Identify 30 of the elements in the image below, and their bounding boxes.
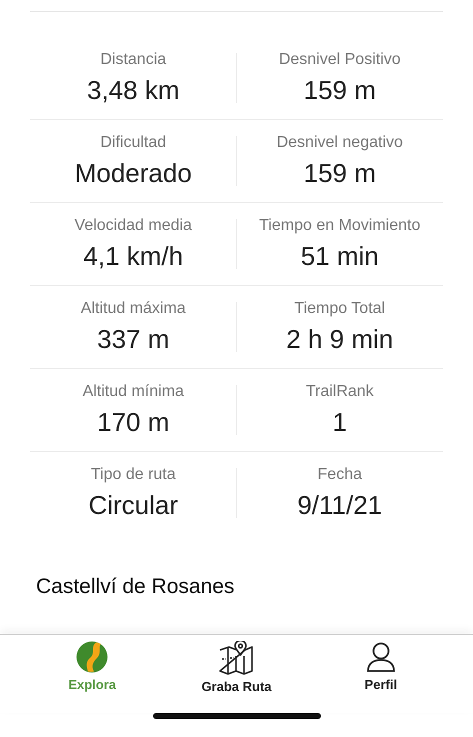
- stat-value: 51 min: [300, 240, 379, 272]
- stat-label: Distancia: [100, 50, 166, 70]
- stat-value: 1: [332, 406, 347, 438]
- stat-label: Desnivel negativo: [276, 133, 403, 153]
- stat-value: 3,48 km: [87, 74, 180, 106]
- stat-label: Tiempo Total: [294, 299, 386, 319]
- stat-value: 159 m: [304, 157, 376, 189]
- leaf-logo-icon: [76, 641, 108, 673]
- stat-value: 9/11/21: [297, 489, 382, 521]
- stat-label: Desnivel Positivo: [278, 50, 401, 70]
- stat-value: 337 m: [97, 323, 170, 355]
- map-pin-icon: [218, 641, 254, 675]
- stat-label: Dificultad: [100, 133, 166, 153]
- tab-item[interactable]: Perfil: [326, 635, 436, 713]
- stat-label: Tipo de ruta: [90, 465, 176, 485]
- stat-value: Moderado: [74, 157, 192, 189]
- stat-value: 2 h 9 min: [286, 323, 394, 355]
- stat-label: Tiempo en Movimiento: [259, 216, 420, 236]
- stat-label: Altitud mínima: [82, 382, 184, 402]
- tab-item[interactable]: Graba Ruta: [181, 635, 292, 713]
- stat-value: 4,1 km/h: [83, 240, 184, 272]
- stat-value: 170 m: [97, 406, 170, 438]
- stat-value: 159 m: [304, 74, 376, 106]
- stat-value: Circular: [88, 489, 178, 521]
- stat-label: Velocidad media: [74, 216, 192, 236]
- location-title: Castellví de Rosanes: [36, 575, 236, 599]
- stat-label: TrailRank: [306, 382, 374, 402]
- user-profile-icon: [364, 641, 397, 673]
- stat-label: Fecha: [318, 465, 362, 485]
- stat-label: Altitud máxima: [80, 299, 186, 319]
